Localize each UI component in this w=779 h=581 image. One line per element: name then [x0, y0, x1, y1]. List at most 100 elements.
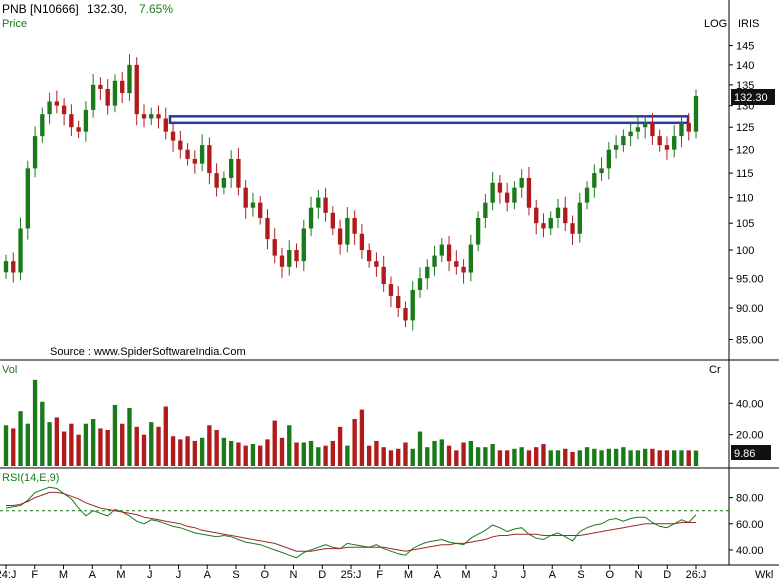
candle-body — [606, 149, 612, 169]
volume-bar — [279, 437, 285, 466]
volume-bar — [330, 440, 336, 466]
volume-bar — [308, 440, 314, 466]
time-tick-label: O — [260, 569, 269, 581]
candle — [272, 228, 277, 264]
rsi-tick-label: 80.00 — [736, 493, 764, 505]
volume-bar — [679, 450, 684, 466]
candle-body — [417, 278, 423, 290]
candle — [497, 175, 503, 204]
rsi-lines — [5, 486, 697, 559]
volume-bar — [461, 442, 466, 466]
volume-bar — [207, 425, 212, 466]
time-tick-label: 24:J — [0, 569, 16, 581]
candle-body — [374, 261, 379, 267]
stock-chart: PNB [N10666] 132.30, 7.65% Price LOG IRI… — [0, 0, 779, 581]
candle-body — [163, 118, 168, 132]
candle — [388, 276, 394, 308]
candle-body — [366, 250, 372, 262]
volume-bar — [599, 450, 604, 466]
volume-bar — [432, 440, 437, 466]
candle — [425, 259, 430, 290]
volume-bar — [541, 444, 546, 466]
candle — [47, 92, 52, 125]
time-tick-label: S — [232, 569, 239, 581]
candle-body — [76, 127, 81, 132]
resistance-zone — [168, 115, 690, 125]
volume-badge: 9.86 — [734, 448, 755, 460]
candle — [672, 125, 677, 158]
candle-body — [563, 207, 568, 224]
candle — [490, 171, 495, 211]
time-tick-label: M — [461, 569, 470, 581]
candle-body — [337, 228, 343, 245]
volume-bar — [512, 448, 517, 466]
candle-body — [250, 202, 256, 208]
candle-body — [199, 145, 205, 164]
candle — [570, 215, 575, 245]
price-axis-ticks: 85.0090.0095.001001051101151201251301351… — [729, 41, 764, 346]
candle-body — [294, 250, 299, 262]
candle — [613, 135, 619, 159]
symbol-label: PNB [N10666] — [2, 2, 79, 16]
candle-body — [156, 114, 161, 119]
candle-body — [287, 250, 292, 267]
candle — [461, 259, 466, 284]
candle-body — [69, 114, 74, 128]
volume-bar — [693, 450, 699, 466]
candle-body — [403, 308, 408, 321]
candle — [606, 142, 612, 180]
candle — [439, 237, 444, 263]
log-toggle[interactable]: LOG — [704, 18, 727, 30]
candle — [214, 163, 219, 197]
candle-body — [526, 177, 532, 208]
volume-bar — [570, 451, 575, 466]
candle-body — [686, 122, 691, 132]
volume-bar — [250, 444, 256, 466]
candle-body — [3, 261, 9, 273]
candle-body — [577, 202, 582, 234]
time-tick-label: S — [577, 569, 584, 581]
candlestick-series — [3, 53, 699, 331]
rsi-label: RSI(14,E,9) — [2, 472, 59, 484]
time-tick-label: 25:J — [341, 569, 362, 581]
volume-bar — [105, 429, 110, 466]
price-tick-label: 140 — [736, 60, 754, 72]
volume-bar — [475, 447, 481, 466]
candle-body — [490, 182, 495, 203]
candle — [265, 209, 270, 250]
volume-bar — [98, 428, 103, 466]
candle-body — [504, 192, 510, 203]
volume-bar — [11, 428, 16, 466]
candle-body — [519, 177, 524, 188]
candle-body — [454, 261, 459, 267]
candle — [25, 160, 30, 240]
volume-bar — [83, 423, 89, 466]
volume-bar — [359, 409, 365, 466]
volume-bar — [497, 450, 503, 466]
candle-body — [272, 239, 277, 256]
volume-bar — [323, 445, 328, 466]
candle — [243, 180, 248, 219]
candle-body — [432, 255, 437, 267]
candle — [374, 252, 379, 277]
candle — [679, 115, 684, 148]
candle-body — [236, 158, 241, 188]
candle-body — [330, 212, 336, 229]
candle-body — [628, 131, 633, 137]
candle-body — [185, 149, 190, 159]
volume-bar — [635, 450, 641, 466]
candle — [534, 200, 539, 235]
candle — [134, 57, 139, 126]
change-percent-label: 7.65% — [139, 2, 173, 16]
candle-body — [40, 114, 45, 137]
candle — [396, 286, 401, 317]
volume-bar — [468, 440, 474, 466]
resistance-band — [168, 115, 690, 125]
candle — [279, 247, 285, 278]
volume-bar — [192, 440, 198, 466]
rsi-tick-label: 60.00 — [736, 519, 764, 531]
time-tick-label: N — [290, 569, 298, 581]
candle — [454, 250, 459, 275]
candle-body — [613, 145, 619, 150]
volume-tick-label: 20.00 — [736, 430, 764, 442]
